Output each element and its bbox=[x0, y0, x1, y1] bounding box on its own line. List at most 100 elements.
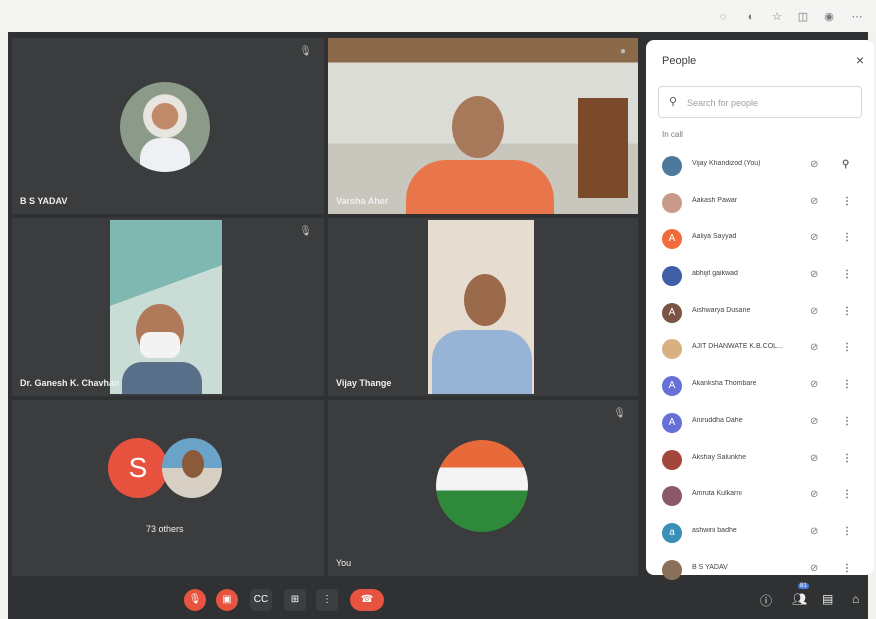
video-feed bbox=[328, 38, 638, 214]
mic-muted-icon: ⊘ bbox=[810, 452, 819, 464]
close-icon[interactable]: × bbox=[856, 52, 864, 68]
participant-avatar: A bbox=[662, 302, 682, 323]
participant-name: Aaliya Sayyad bbox=[692, 233, 737, 241]
participant-name: Dr. Ganesh K. Chavhan bbox=[20, 378, 120, 388]
mic-muted-icon: ⊘ bbox=[810, 525, 819, 537]
info-icon[interactable]: ⓘ bbox=[760, 592, 772, 609]
participant-name: Vijay Khandizod (You) bbox=[692, 160, 761, 167]
search-box[interactable]: ⚲ bbox=[658, 86, 862, 118]
participant-name: Aakash Pawar bbox=[692, 196, 738, 204]
participant-row[interactable]: abhijit gaikwad ⊘ ⋮ bbox=[646, 258, 874, 295]
search-input[interactable] bbox=[687, 93, 855, 113]
profile-icon[interactable]: ◉ bbox=[822, 10, 836, 24]
participant-name: Akanksha Thombare bbox=[692, 380, 757, 388]
section-label: In call bbox=[662, 130, 683, 139]
participant-row[interactable]: Amruta Kulkarni ⊘ ⋮ bbox=[646, 478, 874, 515]
more-options-icon[interactable]: ⋮ bbox=[842, 489, 852, 500]
participant-row[interactable]: Akshay Salunkhe ⊘ ⋮ bbox=[646, 442, 874, 479]
pin-icon[interactable]: ⚲ bbox=[842, 159, 849, 170]
participant-name: ashwini badhe bbox=[692, 526, 737, 534]
video-feed bbox=[428, 220, 534, 394]
participant-row[interactable]: A Aishwarya Dusane ⊘ ⋮ bbox=[646, 295, 874, 332]
mic-muted-icon: ⊘ bbox=[810, 379, 819, 391]
participant-avatar bbox=[662, 339, 682, 360]
participant-name: Vijay Thange bbox=[336, 378, 392, 388]
participant-avatar bbox=[662, 156, 682, 176]
activities-icon[interactable]: ⌂ bbox=[852, 592, 859, 606]
more-options-icon[interactable]: ⋮ bbox=[842, 453, 852, 464]
more-options-icon[interactable]: ⋮ bbox=[842, 269, 852, 280]
circle-icon[interactable]: ◌ bbox=[716, 10, 730, 24]
participant-row[interactable]: Aakash Pawar ⊘ ⋮ bbox=[646, 185, 874, 222]
camera-toggle-button[interactable]: ▣ bbox=[216, 589, 238, 611]
mic-muted-icon: ⊘ bbox=[810, 269, 819, 281]
more-options-icon[interactable]: ⋮ bbox=[842, 342, 852, 353]
participant-name: AJIT DHANWATE K.B.COL... bbox=[692, 343, 783, 351]
more-options-icon[interactable]: ⋮ bbox=[842, 232, 852, 243]
participant-row[interactable]: A Aniruddha Dahe ⊘ ⋮ bbox=[646, 405, 874, 442]
others-count: 73 others bbox=[146, 524, 184, 534]
more-options-icon[interactable]: ⋮ bbox=[842, 379, 852, 390]
people-panel: People × ⚲ In call Vijay Khandizod (You)… bbox=[646, 40, 874, 580]
others-avatar: S bbox=[108, 438, 168, 498]
more-options-icon[interactable]: ⋮ bbox=[842, 306, 852, 317]
mic-muted-icon: ⊘ bbox=[810, 232, 819, 244]
present-button[interactable]: ⊞ bbox=[284, 589, 306, 611]
others-avatar-photo bbox=[162, 438, 222, 498]
participant-row[interactable]: a ashwini badhe ⊘ ⋮ bbox=[646, 515, 874, 552]
video-feed bbox=[110, 220, 222, 394]
participant-row[interactable]: B S YADAV ⊘ ⋮ bbox=[646, 552, 874, 589]
collections-icon[interactable]: ◫ bbox=[796, 10, 810, 24]
participant-row[interactable]: Vijay Khandizod (You) ⊘ ⚲ bbox=[646, 148, 874, 185]
mic-muted-icon: 🎙︎ bbox=[299, 46, 312, 57]
browser-toolbar: ◌ ◐ ☆ ◫ ◉ ⋯ bbox=[0, 0, 876, 32]
mic-muted-icon: ⊘ bbox=[810, 195, 819, 207]
participant-tile-vijay[interactable]: Vijay Thange bbox=[328, 218, 638, 396]
more-options-icon[interactable]: ⋮ bbox=[842, 563, 852, 574]
participant-name: Aniruddha Dahe bbox=[692, 416, 743, 424]
participant-avatar bbox=[662, 192, 682, 213]
participant-tile-bs-yadav[interactable]: 🎙︎ B S YADAV bbox=[12, 38, 324, 214]
panel-title: People bbox=[662, 55, 697, 67]
people-count-badge: 81 bbox=[798, 583, 809, 589]
participant-name: Aishwarya Dusane bbox=[692, 306, 751, 314]
participant-avatar bbox=[662, 486, 682, 507]
participant-row[interactable]: A Akanksha Thombare ⊘ ⋮ bbox=[646, 368, 874, 405]
participant-avatar: A bbox=[662, 229, 682, 250]
participant-name: B S YADAV bbox=[692, 563, 728, 571]
more-options-icon[interactable]: ⋮ bbox=[842, 526, 852, 537]
participant-tile-you[interactable]: 🎙︎ You bbox=[328, 400, 638, 576]
mic-muted-icon: ⊘ bbox=[810, 159, 819, 170]
more-options-button[interactable]: ⋮ bbox=[316, 589, 338, 611]
chat-icon[interactable]: ▤ bbox=[822, 592, 833, 606]
participant-tile-varsha[interactable]: ● Varsha Aher bbox=[328, 38, 638, 214]
participant-avatar bbox=[662, 449, 682, 470]
people-icon[interactable]: 👥︎ bbox=[792, 592, 807, 606]
mic-toggle-button[interactable]: 🎙︎ bbox=[184, 589, 206, 611]
star-icon[interactable]: ☆ bbox=[770, 10, 784, 24]
more-options-icon[interactable]: ⋮ bbox=[842, 196, 852, 207]
participant-tile-others[interactable]: S 73 others bbox=[12, 400, 324, 576]
mic-muted-icon: ⊘ bbox=[810, 342, 819, 354]
participant-name: You bbox=[336, 558, 352, 568]
mic-muted-icon: 🎙︎ bbox=[613, 408, 626, 419]
more-options-icon[interactable]: ⋮ bbox=[842, 416, 852, 427]
participant-avatar: A bbox=[662, 412, 682, 433]
extension-icon[interactable]: ◐ bbox=[744, 10, 758, 24]
avatar bbox=[436, 440, 528, 532]
participant-name: B S YADAV bbox=[20, 196, 68, 206]
end-call-button[interactable]: ☎ bbox=[350, 589, 384, 611]
participant-list: Vijay Khandizod (You) ⊘ ⚲ Aakash Pawar ⊘ ⋮ A Aa… bbox=[646, 148, 874, 588]
mic-muted-icon: ⊘ bbox=[810, 415, 819, 427]
participant-row[interactable]: AJIT DHANWATE K.B.COL... ⊘ ⋮ bbox=[646, 331, 874, 368]
participant-avatar bbox=[662, 266, 682, 287]
participant-avatar bbox=[662, 559, 682, 580]
more-icon[interactable]: ⋯ bbox=[850, 10, 864, 24]
mic-muted-icon: ⊘ bbox=[810, 305, 819, 317]
mic-muted-icon: ⊘ bbox=[810, 562, 819, 574]
participant-tile-ganesh[interactable]: 🎙︎ Dr. Ganesh K. Chavhan bbox=[12, 218, 324, 396]
participant-name: Akshay Salunkhe bbox=[692, 453, 747, 461]
mic-icon: ● bbox=[619, 46, 626, 57]
participant-row[interactable]: A Aaliya Sayyad ⊘ ⋮ bbox=[646, 221, 874, 258]
captions-button[interactable]: CC bbox=[250, 589, 272, 611]
